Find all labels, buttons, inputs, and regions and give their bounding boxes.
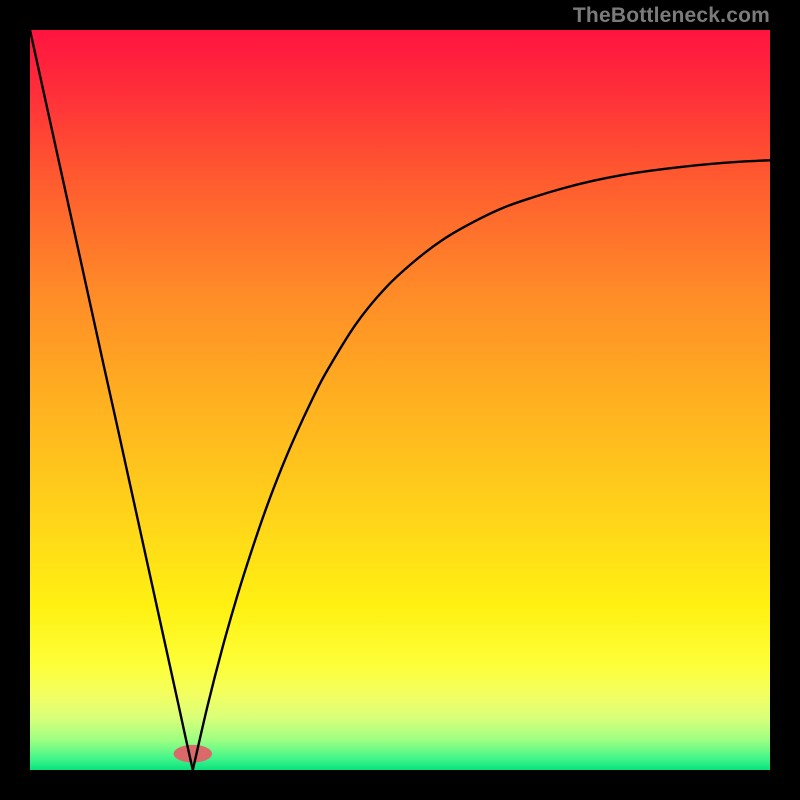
chart-frame: TheBottleneck.com [0, 0, 800, 800]
bottleneck-chart [30, 30, 770, 770]
optimum-marker [174, 745, 212, 763]
watermark-text: TheBottleneck.com [573, 4, 770, 28]
plot-area [30, 30, 770, 770]
gradient-background [30, 30, 770, 770]
